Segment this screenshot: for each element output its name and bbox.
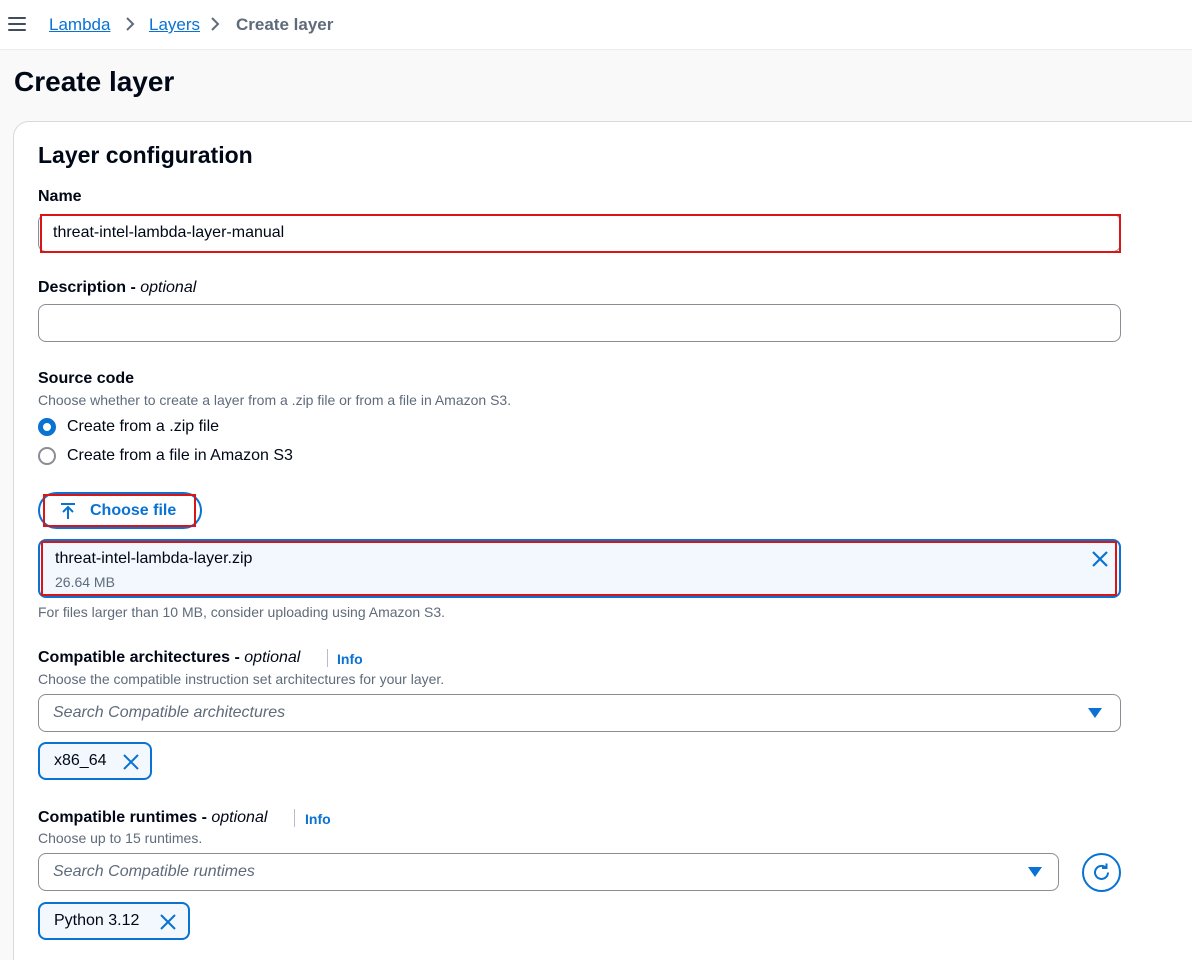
chevron-right-icon <box>211 17 220 31</box>
choose-file-label: Choose file <box>90 502 177 519</box>
radio-create-from-zip[interactable]: Create from a .zip file <box>38 416 219 438</box>
breadcrumb-current: Create layer <box>236 15 334 34</box>
architecture-token: x86_64 <box>38 742 152 780</box>
choose-file-button[interactable]: Choose file <box>38 492 202 529</box>
upload-icon <box>61 503 75 519</box>
refresh-icon <box>1094 863 1109 880</box>
architectures-hint: Choose the compatible instruction set ar… <box>38 671 445 687</box>
file-size-hint: For files larger than 10 MB, consider up… <box>38 604 446 620</box>
radio-label: Create from a file in Amazon S3 <box>67 447 293 464</box>
menu-icon[interactable] <box>8 17 26 31</box>
architectures-label: Compatible architectures - optional <box>38 649 301 666</box>
description-input[interactable] <box>38 304 1121 342</box>
close-icon[interactable] <box>1090 549 1110 569</box>
page-title: Create layer <box>14 66 175 97</box>
runtimes-label: Compatible runtimes - optional <box>38 809 268 826</box>
name-label: Name <box>38 188 82 205</box>
caret-down-icon[interactable] <box>1028 867 1042 877</box>
name-input[interactable]: threat-intel-lambda-layer-manual <box>38 214 1121 252</box>
description-label: Description - optional <box>38 279 197 296</box>
refresh-runtimes-button[interactable] <box>1082 853 1121 892</box>
token-label: Python 3.12 <box>54 912 140 929</box>
runtime-token: Python 3.12 <box>38 902 190 940</box>
file-size: 26.64 MB <box>55 574 115 590</box>
selected-file-card: threat-intel-lambda-layer.zip 26.64 MB <box>38 539 1121 598</box>
runtimes-hint: Choose up to 15 runtimes. <box>38 830 203 846</box>
section-title: Layer configuration <box>38 142 253 168</box>
source-code-hint: Choose whether to create a layer from a … <box>38 392 512 408</box>
chevron-right-icon <box>126 17 135 31</box>
radio-unselected-icon <box>38 447 56 465</box>
caret-down-icon[interactable] <box>1088 708 1102 718</box>
architectures-info-link[interactable]: Info <box>337 651 363 667</box>
radio-selected-icon <box>38 418 56 436</box>
close-icon[interactable] <box>122 753 140 771</box>
top-bar: Lambda Layers Create layer <box>0 0 1192 50</box>
radio-label: Create from a .zip file <box>67 418 220 435</box>
source-code-label: Source code <box>38 370 135 387</box>
radio-create-from-s3[interactable]: Create from a file in Amazon S3 <box>38 445 293 467</box>
breadcrumb-layers[interactable]: Layers <box>149 15 200 35</box>
file-name: threat-intel-lambda-layer.zip <box>55 550 253 567</box>
info-divider <box>294 809 295 827</box>
info-divider <box>327 649 328 667</box>
token-label: x86_64 <box>54 752 107 769</box>
runtimes-search[interactable]: Search Compatible runtimes <box>38 853 1059 891</box>
architectures-search[interactable]: Search Compatible architectures <box>38 694 1121 732</box>
close-icon[interactable] <box>159 913 177 931</box>
breadcrumb-lambda[interactable]: Lambda <box>49 15 110 35</box>
runtimes-info-link[interactable]: Info <box>305 811 331 827</box>
